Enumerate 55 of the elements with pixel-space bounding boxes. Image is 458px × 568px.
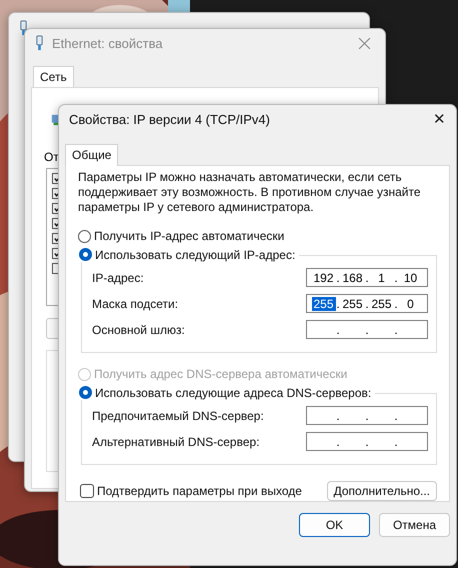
network-adapter-icon [19, 20, 28, 36]
octet: 255 [370, 296, 393, 310]
components-label: От [44, 150, 59, 164]
octet-separator: . [336, 434, 340, 448]
octet-separator: . [394, 296, 398, 310]
octet-separator: . [364, 270, 370, 284]
window-title: Ethernet: свойства [52, 36, 164, 50]
octet-separator: . [394, 434, 398, 448]
ip-address-field[interactable]: . . . [306, 406, 428, 425]
field-label: Предпочитаемый DNS-сервер: [92, 408, 264, 422]
window-title: Свойства: IP версии 4 (TCP/IPv4) [69, 112, 271, 126]
close-button[interactable]: ✕ [431, 110, 448, 128]
octet-separator: . [364, 408, 370, 422]
octet: 1 [377, 270, 386, 284]
octet-separator: . [336, 296, 340, 310]
radio-label: Получить IP-адрес автоматически [94, 229, 284, 243]
advanced-button[interactable]: Дополнительно... [326, 481, 437, 501]
radio-button[interactable] [79, 386, 92, 399]
ip-address-field[interactable]: . . . [306, 432, 428, 451]
ok-button[interactable]: OK [299, 513, 370, 537]
field-label: Основной шлюз: [92, 322, 185, 336]
octet: 10 [402, 270, 418, 284]
radio-label: Использовать следующий IP-адрес: [95, 248, 296, 262]
octet: 168 [341, 270, 364, 284]
ip-address-field[interactable]: 192 . 168 . 1 . 10 [306, 268, 428, 287]
field-label: Альтернативный DNS-сервер: [92, 434, 260, 448]
network-adapter-icon [35, 35, 44, 51]
tab[interactable]: Общие [65, 144, 118, 166]
checkbox-label: Подтвердить параметры при выходе [97, 484, 302, 498]
radio-label: Использовать следующие адреса DNS-серверов: [95, 386, 372, 400]
octet-separator: . [336, 408, 340, 422]
octet-separator: . [394, 322, 398, 336]
description-text: Параметры IP можно назначать автоматически, если сеть поддерживает эту возможность. В противном случае узнайте параметры IP у сетевого администратора. [78, 170, 422, 215]
radio-button[interactable] [79, 248, 92, 261]
octet: 255 [312, 296, 336, 310]
octet-separator: . [394, 408, 398, 422]
close-icon[interactable] [358, 36, 371, 50]
octet-separator: . [364, 322, 370, 336]
ip-address-field[interactable]: 255 . 255 . 255 . 0 [306, 294, 428, 313]
radio-button[interactable] [78, 230, 91, 242]
tab[interactable]: Сеть [33, 66, 74, 88]
octet-separator: . [336, 270, 340, 284]
octet: 192 [312, 270, 335, 284]
octet-separator: . [336, 322, 340, 336]
cancel-button[interactable]: Отмена [379, 513, 450, 537]
field-label: IP-адрес: [92, 270, 144, 284]
octet-separator: . [364, 434, 370, 448]
field-label: Маска подсети: [92, 296, 178, 310]
ip-address-field[interactable]: . . . [306, 320, 428, 339]
octet-separator: . [394, 270, 398, 284]
octet: 255 [341, 296, 364, 310]
radio-label: Получить адрес DNS-сервера автоматически [94, 367, 348, 381]
checkbox[interactable] [80, 484, 94, 498]
octet: 0 [406, 296, 415, 310]
octet-separator: . [364, 296, 370, 310]
